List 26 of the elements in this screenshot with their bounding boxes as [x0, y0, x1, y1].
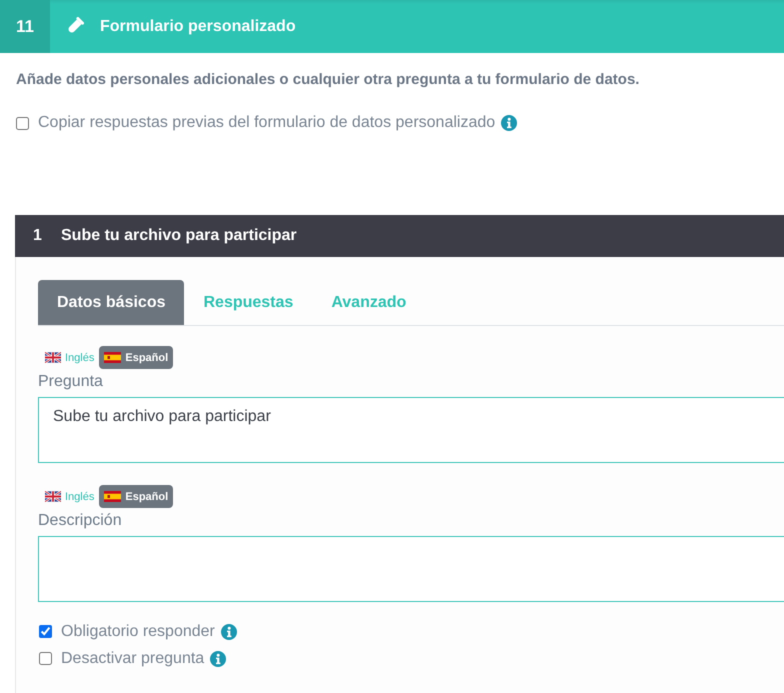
- checkbox[interactable]: [39, 652, 52, 665]
- info-icon[interactable]: [220, 624, 237, 640]
- text-area[interactable]: Sube tu archivo para participar: [38, 397, 784, 463]
- question-header[interactable]: 1 Sube tu archivo para participar: [15, 215, 784, 257]
- question-number: 1: [33, 227, 43, 245]
- step-number: 11: [0, 0, 50, 53]
- checkbox-label: Copiar respuestas previas del formulario de datos personalizado: [38, 114, 496, 132]
- checkbox[interactable]: [39, 625, 52, 638]
- info-icon[interactable]: [501, 115, 518, 131]
- tab[interactable]: Datos básicos: [38, 280, 184, 325]
- field-label: Descripción: [38, 511, 123, 531]
- info-icon[interactable]: [210, 650, 226, 666]
- checkbox[interactable]: [16, 116, 29, 130]
- checkbox-label: Obligatorio responder: [61, 622, 215, 640]
- checkbox-label: Desactivar pregunta: [61, 650, 204, 668]
- uk-flag-icon: [45, 491, 61, 502]
- spain-flag-icon: [104, 491, 122, 502]
- text-area[interactable]: [38, 536, 784, 602]
- language-button[interactable]: Español: [99, 485, 174, 508]
- language-button[interactable]: Español: [99, 346, 174, 369]
- step-title: Formulario personalizado: [100, 18, 296, 36]
- uk-flag-icon: [45, 352, 61, 363]
- intro-text: Añade datos personales adicionales o cualquier otra pregunta a tu formulario de datos.: [16, 70, 640, 90]
- spain-flag-icon: [104, 352, 122, 363]
- question-title: Sube tu archivo para participar: [61, 227, 297, 245]
- field-label: Pregunta: [38, 372, 104, 392]
